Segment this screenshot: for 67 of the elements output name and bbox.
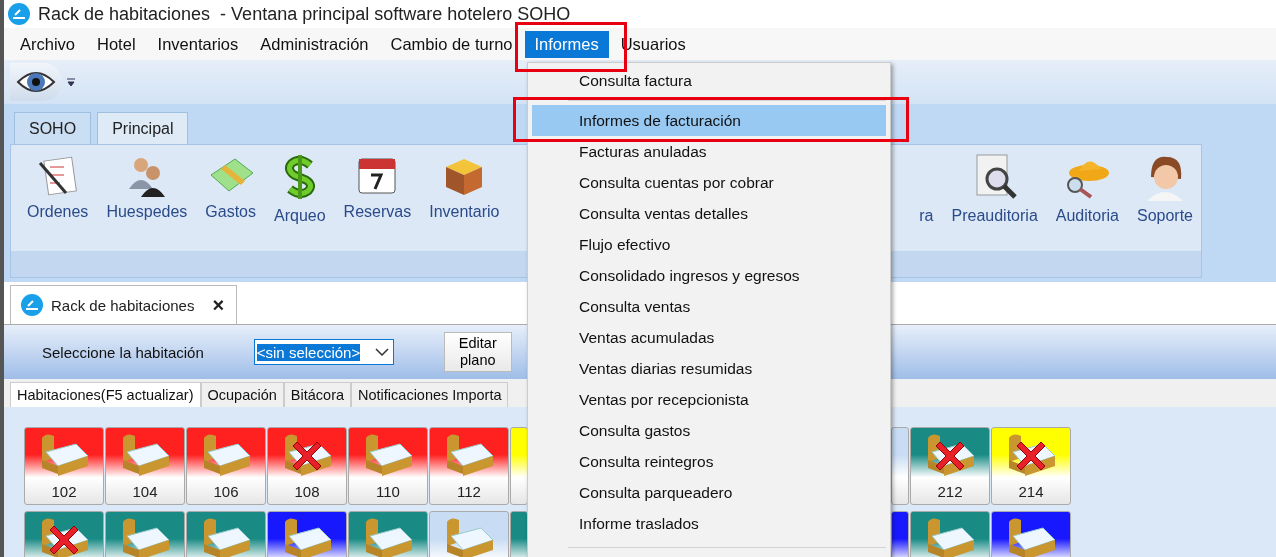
sub-tab[interactable]: Ocupación [200,382,284,407]
menu-item[interactable]: Hotel [87,30,146,58]
menu-item[interactable]: Archivo [10,30,86,58]
room-number: 214 [1018,483,1044,500]
room-number: 108 [294,483,320,500]
menu-option[interactable]: Consulta ventas [532,297,886,316]
ribbon-button[interactable]: ra [911,145,942,251]
eye-button[interactable] [10,63,62,101]
app-logo-icon [8,3,30,25]
room-tile[interactable]: 102 [24,427,104,505]
app-logo-icon [21,294,43,316]
room-tile[interactable]: 212 [910,427,990,505]
ribbon-button[interactable]: Auditoria [1047,145,1127,251]
field-label: Seleccione la habitación [42,343,204,361]
room-number: 110 [376,483,400,500]
ribbon-button[interactable]: Huespedes [98,145,196,251]
menu-option[interactable]: Facturas anuladas [532,142,886,161]
menu-option[interactable]: Consulta gastos [532,421,886,440]
room-tile[interactable]: 110 [348,427,428,505]
close-button[interactable]: × [212,293,225,317]
room-number: 102 [51,483,77,500]
dropdown-arrow-icon[interactable] [66,77,76,87]
menu-item[interactable]: Inventarios [147,30,249,58]
document-tab-label: Rack de habitaciones [51,296,195,314]
menu-item[interactable]: Administración [250,30,379,58]
ribbon-button[interactable]: Reservas [335,145,420,251]
edit-plan-button[interactable]: Editar plano [443,332,512,372]
room-number: 112 [457,483,481,500]
menu-option[interactable]: Consulta factura [532,71,886,90]
room-dropdown[interactable]: <sin selección> [253,339,394,365]
menu-option[interactable]: Ventas acumuladas [532,328,886,347]
ribbon-tab[interactable]: SOHO [14,112,92,144]
ribbon-button[interactable]: Gastos [197,145,264,251]
window-title: Rack de habitaciones - Ventana principal software hotelero SOHO [38,3,571,25]
menu-option[interactable]: Informes de facturación [532,105,886,136]
room-tile[interactable] [891,427,909,505]
ribbon-button[interactable]: Ordenes [19,145,97,251]
ribbon-button[interactable]: Soporte [1128,145,1201,251]
menu-option[interactable]: Consulta cuentas por cobrar [532,173,886,192]
sub-tab[interactable]: Notificaciones Importa [351,382,509,407]
menu-option[interactable]: Consulta reintegros [532,452,886,471]
ribbon-tab[interactable]: Principal [97,112,189,144]
menu-option[interactable]: Flujo efectivo [532,235,886,254]
room-tile[interactable] [510,427,528,505]
room-tile[interactable]: 214 [991,427,1071,505]
menu-option[interactable]: Ventas diarias resumidas [532,359,886,378]
menu-item[interactable]: Informes [524,30,609,58]
menu-item[interactable]: Cambio de turno [380,30,523,58]
menu-option[interactable]: Consulta ventas detalles [532,204,886,223]
sub-tab[interactable]: Bitácora [283,382,352,407]
sub-tab[interactable]: Habitaciones(F5 actualizar) [10,382,201,407]
ribbon-button[interactable]: Arqueo [266,145,334,251]
menu-option[interactable]: Informe traslados [532,514,886,533]
room-tile[interactable]: 112 [429,427,509,505]
menu-option[interactable]: Consolidado ingresos y egresos [532,266,886,285]
room-tile[interactable]: 106 [186,427,266,505]
room-tile[interactable]: 104 [105,427,185,505]
document-tab[interactable]: Rack de habitaciones × [10,285,238,324]
ribbon-button[interactable]: Preauditoria [943,145,1046,251]
room-number: 212 [937,483,963,500]
menu-option[interactable]: Consulta parqueadero [532,483,886,502]
chevron-down-icon [374,348,389,356]
room-number: 104 [132,483,158,500]
room-tile[interactable]: 108 [267,427,347,505]
room-number: 106 [213,483,239,500]
ribbon-button[interactable]: Inventario [421,145,508,251]
menu-option[interactable]: Ventas por recepcionista [532,390,886,409]
